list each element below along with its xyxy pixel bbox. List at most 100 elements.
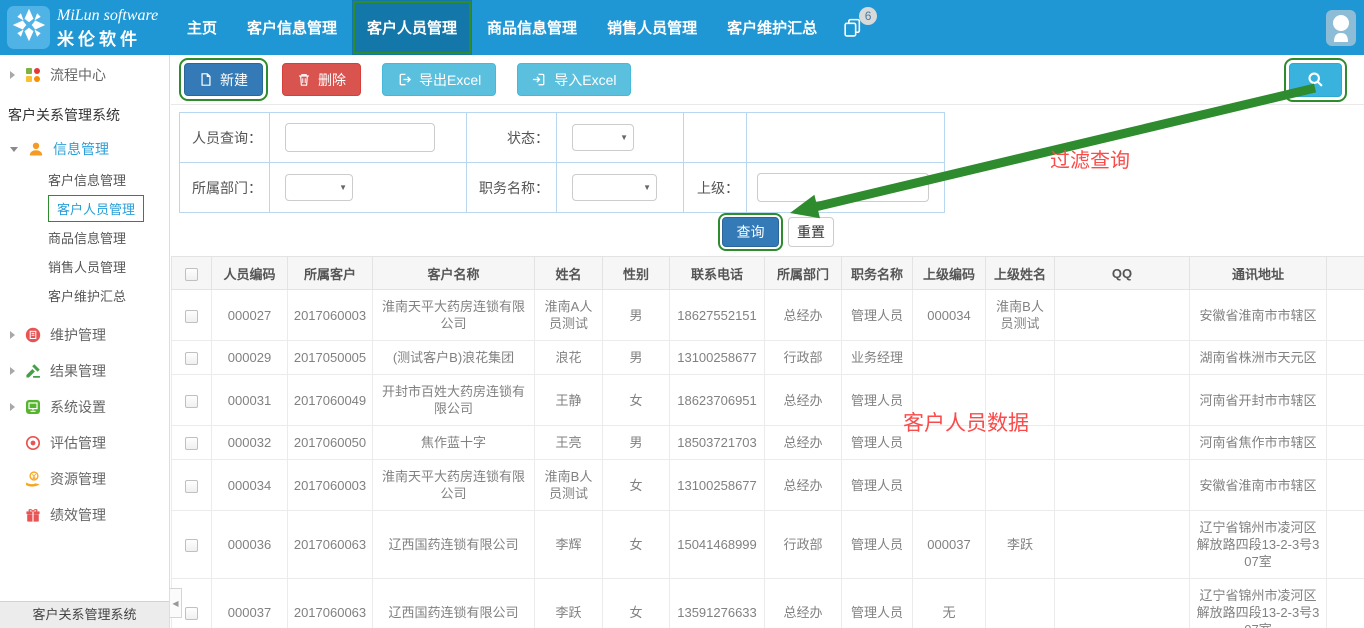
delete-button[interactable]: 删除 xyxy=(282,63,361,96)
sidebar-item-process-center[interactable]: 流程中心 xyxy=(0,57,169,93)
person-query-input[interactable] xyxy=(285,123,435,152)
export-excel-button[interactable]: 导出Excel xyxy=(382,63,496,96)
top-nav: 主页客户信息管理客户人员管理商品信息管理销售人员管理客户维护汇总 xyxy=(172,0,832,55)
table-row[interactable]: 0000292017050005(测试客户B)浪花集团浪花男1310025867… xyxy=(172,341,1364,375)
sidebar-item-info-mgmt[interactable]: 信息管理 xyxy=(0,133,169,165)
search-button[interactable] xyxy=(1289,63,1342,97)
nav-item-product-info[interactable]: 商品信息管理 xyxy=(472,0,592,55)
cell-empty xyxy=(1327,460,1364,511)
cell: 总经办 xyxy=(765,426,842,460)
sidebar-item-resource-mgmt[interactable]: 资源管理 xyxy=(0,461,169,497)
column-header: 姓名 xyxy=(535,257,603,290)
nav-item-customer-personnel[interactable]: 客户人员管理 xyxy=(352,0,472,55)
nav-item-home[interactable]: 主页 xyxy=(172,0,232,55)
cell: 000034 xyxy=(212,460,288,511)
sidebar-item-evaluation-mgmt[interactable]: 评估管理 xyxy=(0,425,169,461)
sidebar-item-label: 系统设置 xyxy=(50,397,106,417)
sidebar-item-label: 流程中心 xyxy=(50,65,106,85)
cell: 管理人员 xyxy=(842,511,913,579)
select-all-checkbox[interactable] xyxy=(185,268,198,281)
cell: 浪花 xyxy=(535,341,603,375)
user-avatar[interactable] xyxy=(1326,10,1356,46)
cell xyxy=(1055,375,1190,426)
cell: 2017060003 xyxy=(288,290,373,341)
sidebar-item-label: 销售人员管理 xyxy=(48,257,126,276)
dept-select[interactable]: ▼ xyxy=(285,174,353,201)
sidebar-item-maintenance-mgmt[interactable]: 维护管理 xyxy=(0,317,169,353)
cell xyxy=(913,375,986,426)
cell: 女 xyxy=(603,579,670,628)
new-button[interactable]: 新建 xyxy=(184,63,263,96)
resource-icon xyxy=(24,471,41,488)
status-select[interactable]: ▼ xyxy=(572,124,634,151)
cell: 淮南B人员测试 xyxy=(986,290,1055,341)
cell: 男 xyxy=(603,426,670,460)
sidebar-item-customer-info[interactable]: 客户信息管理 xyxy=(0,165,169,194)
row-checkbox[interactable] xyxy=(185,539,198,552)
caret-right-icon xyxy=(10,331,15,339)
compass-logo-icon xyxy=(11,7,47,48)
cell: 2017060050 xyxy=(288,426,373,460)
cell: 李跃 xyxy=(986,511,1055,579)
filter-actions: 查询 重置 xyxy=(722,217,1364,247)
import-excel-button[interactable]: 导入Excel xyxy=(517,63,631,96)
sidebar-item-maintenance-summary[interactable]: 客户维护汇总 xyxy=(0,281,169,310)
sidebar-item-result-mgmt[interactable]: 结果管理 xyxy=(0,353,169,389)
cell: 开封市百姓大药房连锁有限公司 xyxy=(373,375,535,426)
person-icon xyxy=(1328,10,1354,47)
cell: 000027 xyxy=(212,290,288,341)
row-checkbox[interactable] xyxy=(185,480,198,493)
cell xyxy=(986,341,1055,375)
row-checkbox[interactable] xyxy=(185,395,198,408)
table-row[interactable]: 0000342017060003淮南天平大药房连锁有限公司淮南B人员测试女131… xyxy=(172,460,1364,511)
cell: 总经办 xyxy=(765,290,842,341)
cell: 总经办 xyxy=(765,375,842,426)
notifications-button[interactable]: 6 xyxy=(842,0,863,55)
cell: 淮南B人员测试 xyxy=(535,460,603,511)
query-button[interactable]: 查询 xyxy=(722,217,779,247)
cell: 18627552151 xyxy=(670,290,765,341)
nav-item-customer-info[interactable]: 客户信息管理 xyxy=(232,0,352,55)
cell: 无 xyxy=(913,579,986,628)
sidebar-item-product-info[interactable]: 商品信息管理 xyxy=(0,223,169,252)
cell: 管理人员 xyxy=(842,460,913,511)
result-icon xyxy=(24,363,41,380)
cell xyxy=(986,426,1055,460)
cell: 000034 xyxy=(913,290,986,341)
cell: 18623706951 xyxy=(670,375,765,426)
nav-item-maintenance-summary[interactable]: 客户维护汇总 xyxy=(712,0,832,55)
sidebar-item-performance-mgmt[interactable]: 绩效管理 xyxy=(0,497,169,533)
sidebar-item-system-settings[interactable]: 系统设置 xyxy=(0,389,169,425)
row-checkbox[interactable] xyxy=(185,352,198,365)
table-row[interactable]: 0000322017060050焦作蓝十字王亮男18503721703总经办管理… xyxy=(172,426,1364,460)
cell xyxy=(986,579,1055,628)
column-header: 通讯地址 xyxy=(1190,257,1327,290)
new-button-label: 新建 xyxy=(220,70,248,90)
superior-input[interactable] xyxy=(757,173,929,202)
sidebar-item-customer-personnel[interactable]: 客户人员管理 xyxy=(0,194,169,223)
nav-item-sales-personnel[interactable]: 销售人员管理 xyxy=(592,0,712,55)
table-row[interactable]: 0000312017060049开封市百姓大药房连锁有限公司王静女1862370… xyxy=(172,375,1364,426)
cell xyxy=(1055,341,1190,375)
cell: 辽宁省锦州市凌河区解放路四段13-2-3号307室 xyxy=(1190,511,1327,579)
table-row[interactable]: 0000272017060003淮南天平大药房连锁有限公司淮南A人员测试男186… xyxy=(172,290,1364,341)
cell: 河南省焦作市市辖区 xyxy=(1190,426,1327,460)
cell: 000029 xyxy=(212,341,288,375)
table-row[interactable]: 0000372017060063辽西国药连锁有限公司李跃女13591276633… xyxy=(172,579,1364,628)
row-checkbox[interactable] xyxy=(185,607,198,620)
row-checkbox[interactable] xyxy=(185,437,198,450)
cell xyxy=(986,375,1055,426)
job-title-select[interactable]: ▼ xyxy=(572,174,657,201)
sidebar-item-sales-personnel[interactable]: 销售人员管理 xyxy=(0,252,169,281)
cell xyxy=(1055,426,1190,460)
sidebar-item-label: 信息管理 xyxy=(53,139,109,159)
cell: 2017060063 xyxy=(288,579,373,628)
cell: 总经办 xyxy=(765,579,842,628)
row-checkbox[interactable] xyxy=(185,310,198,323)
sidebar-collapse-handle[interactable]: ◀ xyxy=(170,588,182,618)
table-row[interactable]: 0000362017060063辽西国药连锁有限公司李辉女15041468999… xyxy=(172,511,1364,579)
search-icon xyxy=(1307,71,1324,88)
cell: 总经办 xyxy=(765,460,842,511)
sidebar-item-label: 结果管理 xyxy=(50,361,106,381)
reset-button[interactable]: 重置 xyxy=(788,217,834,247)
